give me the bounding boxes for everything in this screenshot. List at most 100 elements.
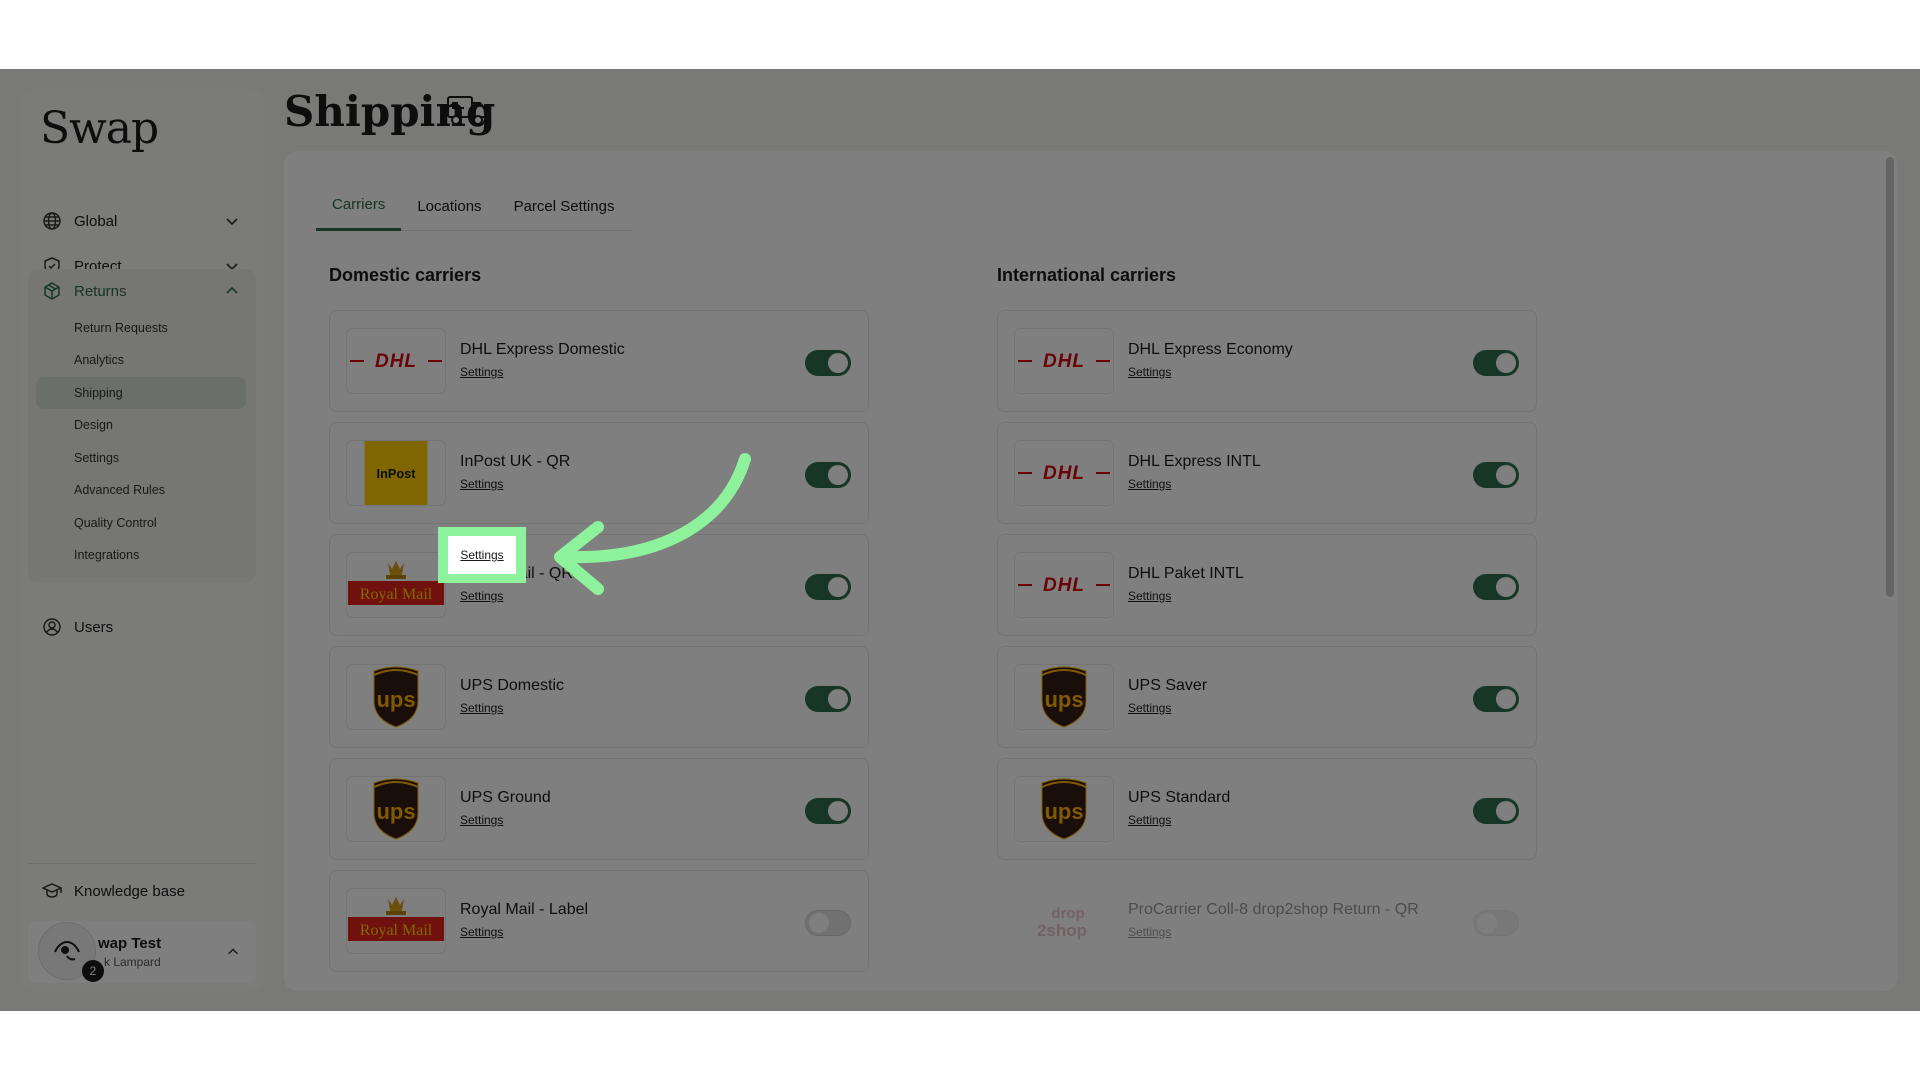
toggle-knob — [1477, 913, 1497, 933]
sidebar-item-quality-control[interactable]: Quality Control — [36, 507, 246, 539]
carrier-toggle[interactable] — [1473, 798, 1519, 824]
tab-carriers[interactable]: Carriers — [316, 181, 402, 231]
toggle-knob — [828, 465, 848, 485]
package-icon — [44, 282, 60, 300]
royal-mail-logo-text: Royal Mail — [360, 586, 433, 603]
carrier-name: ProCarrier Coll-8 drop2shop Return - QR — [1128, 901, 1419, 918]
avatar-icon — [54, 940, 80, 961]
carrier-card: DHL DHL Paket INTL Settings — [997, 534, 1537, 636]
toggle-knob — [1496, 577, 1516, 597]
carrier-toggle[interactable] — [805, 686, 851, 712]
toggle-knob — [1496, 353, 1516, 373]
toggle-knob — [1496, 465, 1516, 485]
domestic-carrier-list: DHL DHL Express Domestic Settings InPost… — [329, 310, 869, 982]
carrier-card: DHL DHL Express Domestic Settings — [329, 310, 869, 412]
carrier-toggle[interactable] — [1473, 910, 1519, 936]
carrier-logo: Royal Mail — [346, 888, 446, 954]
carrier-name: DHL Express Domestic — [460, 341, 625, 358]
profile-menu[interactable]: 2 wap Test k Lampard — [28, 921, 256, 983]
carrier-settings-link[interactable]: Settings — [1128, 701, 1171, 715]
app-window: Swap Global Protect Returns Return Reque… — [0, 69, 1920, 1011]
carrier-logo: DHL — [1014, 552, 1114, 618]
carrier-card: ups UPS Saver Settings — [997, 646, 1537, 748]
carrier-name: DHL Express Economy — [1128, 341, 1293, 358]
globe-icon — [43, 212, 61, 230]
highlighted-settings-link[interactable]: Settings — [448, 536, 516, 574]
carrier-name: UPS Ground — [460, 789, 551, 806]
international-carriers-title: International carriers — [997, 265, 1177, 285]
sidebar-divider — [28, 863, 256, 864]
carrier-settings-link[interactable]: Settings — [1128, 365, 1171, 379]
carrier-settings-link[interactable]: Settings — [460, 813, 503, 827]
tab-bar: Carriers Locations Parcel Settings — [316, 181, 632, 231]
chevron-up-icon[interactable] — [226, 945, 240, 959]
carrier-logo: Royal Mail — [346, 552, 446, 618]
sidebar-item-analytics[interactable]: Analytics — [36, 344, 246, 376]
carrier-settings-link[interactable]: Settings — [1128, 589, 1171, 603]
nav-users[interactable]: Users — [28, 607, 256, 647]
inpost-logo: InPost — [364, 441, 428, 505]
carrier-toggle[interactable] — [805, 798, 851, 824]
carrier-settings-link[interactable]: Settings — [460, 477, 503, 491]
chevron-up-icon[interactable] — [224, 283, 240, 299]
carrier-settings-link[interactable]: Settings — [460, 589, 503, 603]
drop2shop-logo-top: drop — [1051, 905, 1084, 922]
sidebar-item-shipping[interactable]: Shipping — [36, 377, 246, 409]
user-circle-icon — [43, 618, 61, 636]
carrier-card: ups UPS Standard Settings — [997, 758, 1537, 860]
carrier-logo: DHL — [1014, 328, 1114, 394]
dhl-logo-text: DHL — [1043, 351, 1085, 372]
scrollbar[interactable] — [1886, 157, 1894, 597]
carrier-toggle[interactable] — [805, 574, 851, 600]
nav-global[interactable]: Global — [28, 201, 256, 241]
toggle-knob — [828, 577, 848, 597]
truck-icon — [447, 96, 487, 125]
carrier-logo: ups — [346, 664, 446, 730]
sidebar-item-integrations[interactable]: Integrations — [36, 539, 246, 571]
carrier-name: UPS Standard — [1128, 789, 1231, 806]
ups-logo-text: ups — [376, 799, 415, 824]
ups-logo: ups — [373, 778, 419, 840]
nav-knowledge-base[interactable]: Knowledge base — [28, 871, 256, 911]
chevron-down-icon[interactable] — [224, 213, 240, 229]
ups-logo-text: ups — [376, 687, 415, 712]
carrier-settings-link[interactable]: Settings — [1128, 813, 1171, 827]
carrier-settings-link[interactable]: Settings — [1128, 925, 1171, 939]
carrier-settings-link[interactable]: Settings — [460, 365, 503, 379]
carrier-card: Royal Mail Royal Mail - Label Settings — [329, 870, 869, 972]
carrier-card: ups UPS Ground Settings — [329, 758, 869, 860]
carrier-toggle[interactable] — [1473, 462, 1519, 488]
carrier-toggle[interactable] — [805, 350, 851, 376]
carrier-logo: drop 2shop — [1014, 888, 1114, 954]
tab-parcel-settings[interactable]: Parcel Settings — [498, 181, 631, 231]
sidebar-item-advanced-rules[interactable]: Advanced Rules — [36, 474, 246, 506]
toggle-knob — [828, 689, 848, 709]
dhl-logo: DHL — [348, 346, 444, 376]
carrier-logo: ups — [346, 776, 446, 842]
tab-locations[interactable]: Locations — [401, 181, 497, 231]
carrier-toggle[interactable] — [1473, 574, 1519, 600]
carrier-toggle[interactable] — [1473, 686, 1519, 712]
carrier-settings-link[interactable]: Settings — [460, 701, 503, 715]
dhl-logo-text: DHL — [375, 351, 417, 372]
carrier-toggle[interactable] — [805, 910, 851, 936]
carrier-toggle[interactable] — [805, 462, 851, 488]
graduation-cap-icon — [42, 883, 62, 898]
sidebar-item-return-requests[interactable]: Return Requests — [36, 312, 246, 344]
carrier-settings-link[interactable]: Settings — [1128, 477, 1171, 491]
carrier-card: DHL DHL Express Economy Settings — [997, 310, 1537, 412]
royal-mail-logo: Royal Mail — [348, 897, 444, 941]
sidebar-item-design[interactable]: Design — [36, 409, 246, 441]
carrier-name: UPS Domestic — [460, 677, 565, 694]
notification-badge: 2 — [82, 960, 104, 982]
sidebar-item-settings[interactable]: Settings — [36, 442, 246, 474]
carrier-logo: DHL — [1014, 440, 1114, 506]
carrier-logo: ups — [1014, 776, 1114, 842]
drop2shop-logo: drop 2shop — [1037, 905, 1087, 940]
carrier-toggle[interactable] — [1473, 350, 1519, 376]
nav-returns[interactable]: Returns — [28, 271, 256, 311]
carriers-panel: Carriers Locations Parcel Settings Domes… — [284, 151, 1898, 991]
returns-group: Returns Return Requests Analytics Shippi… — [28, 269, 256, 582]
sidebar: Swap Global Protect Returns Return Reque… — [20, 89, 264, 991]
carrier-settings-link[interactable]: Settings — [460, 925, 503, 939]
